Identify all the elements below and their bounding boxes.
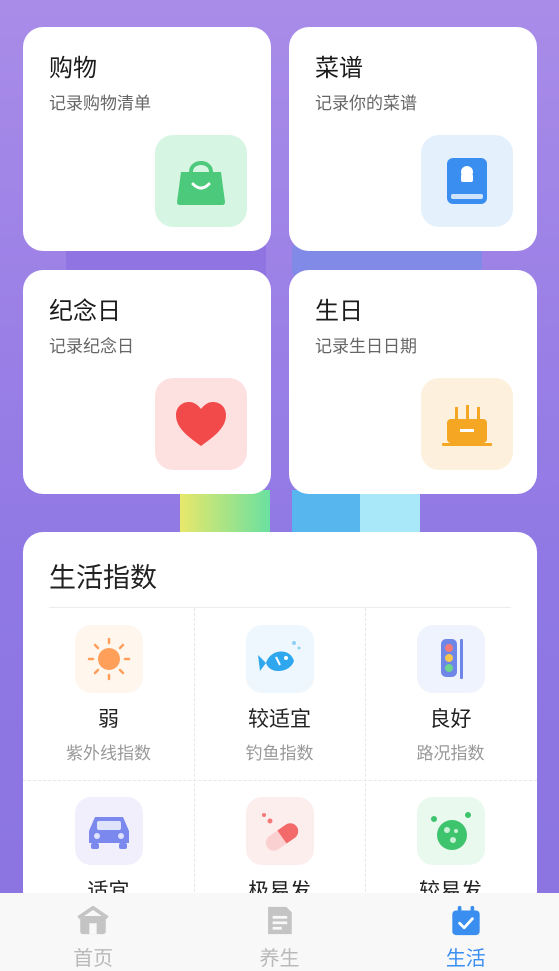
card-title: 纪念日 [49, 297, 121, 325]
card-subtitle: 记录生日日期 [315, 337, 417, 357]
background-decoration [180, 490, 270, 535]
fish-icon [245, 625, 314, 693]
index-label: 路况指数 [416, 744, 485, 764]
shopping-card[interactable]: 购物 记录购物清单 [23, 27, 271, 251]
document-icon [268, 906, 293, 935]
car-icon [74, 797, 143, 865]
germ-icon [416, 797, 485, 865]
shopping-bag-icon [155, 135, 247, 227]
index-item-uv[interactable]: 弱 紫外线指数 [23, 608, 194, 780]
traffic-light-icon [416, 625, 485, 693]
tab-home[interactable]: 首页 [0, 893, 186, 971]
recipe-book-icon [421, 135, 513, 227]
tab-label: 生活 [445, 946, 486, 970]
calendar-check-icon [452, 905, 480, 936]
pill-icon [245, 797, 314, 865]
index-value: 良好 [429, 707, 472, 731]
card-title: 生日 [315, 297, 363, 325]
index-label: 钓鱼指数 [245, 744, 314, 764]
index-value: 较适宜 [248, 707, 311, 731]
heart-icon [155, 378, 247, 470]
index-label: 紫外线指数 [66, 744, 151, 764]
home-icon [77, 905, 109, 935]
card-subtitle: 记录购物清单 [49, 94, 151, 114]
tab-health[interactable]: 养生 [186, 893, 372, 971]
bottom-tab-bar: 首页 养生 生活 [0, 893, 559, 971]
recipe-card[interactable]: 菜谱 记录你的菜谱 [289, 27, 537, 251]
tab-life[interactable]: 生活 [373, 893, 559, 971]
birthday-cake-icon [421, 378, 513, 470]
card-subtitle: 记录你的菜谱 [315, 94, 417, 114]
index-value: 弱 [98, 707, 119, 731]
index-item-traffic[interactable]: 良好 路况指数 [365, 608, 536, 780]
card-subtitle: 记录纪念日 [49, 337, 134, 357]
anniversary-card[interactable]: 纪念日 记录纪念日 [23, 270, 271, 494]
card-title: 菜谱 [315, 54, 363, 82]
life-index-title: 生活指数 [49, 563, 157, 594]
card-title: 购物 [49, 54, 97, 82]
tab-label: 养生 [259, 946, 300, 970]
tab-label: 首页 [73, 946, 114, 970]
sun-icon [74, 625, 143, 693]
index-item-fishing[interactable]: 较适宜 钓鱼指数 [194, 608, 365, 780]
background-decoration [360, 494, 420, 534]
birthday-card[interactable]: 生日 记录生日日期 [289, 270, 537, 494]
